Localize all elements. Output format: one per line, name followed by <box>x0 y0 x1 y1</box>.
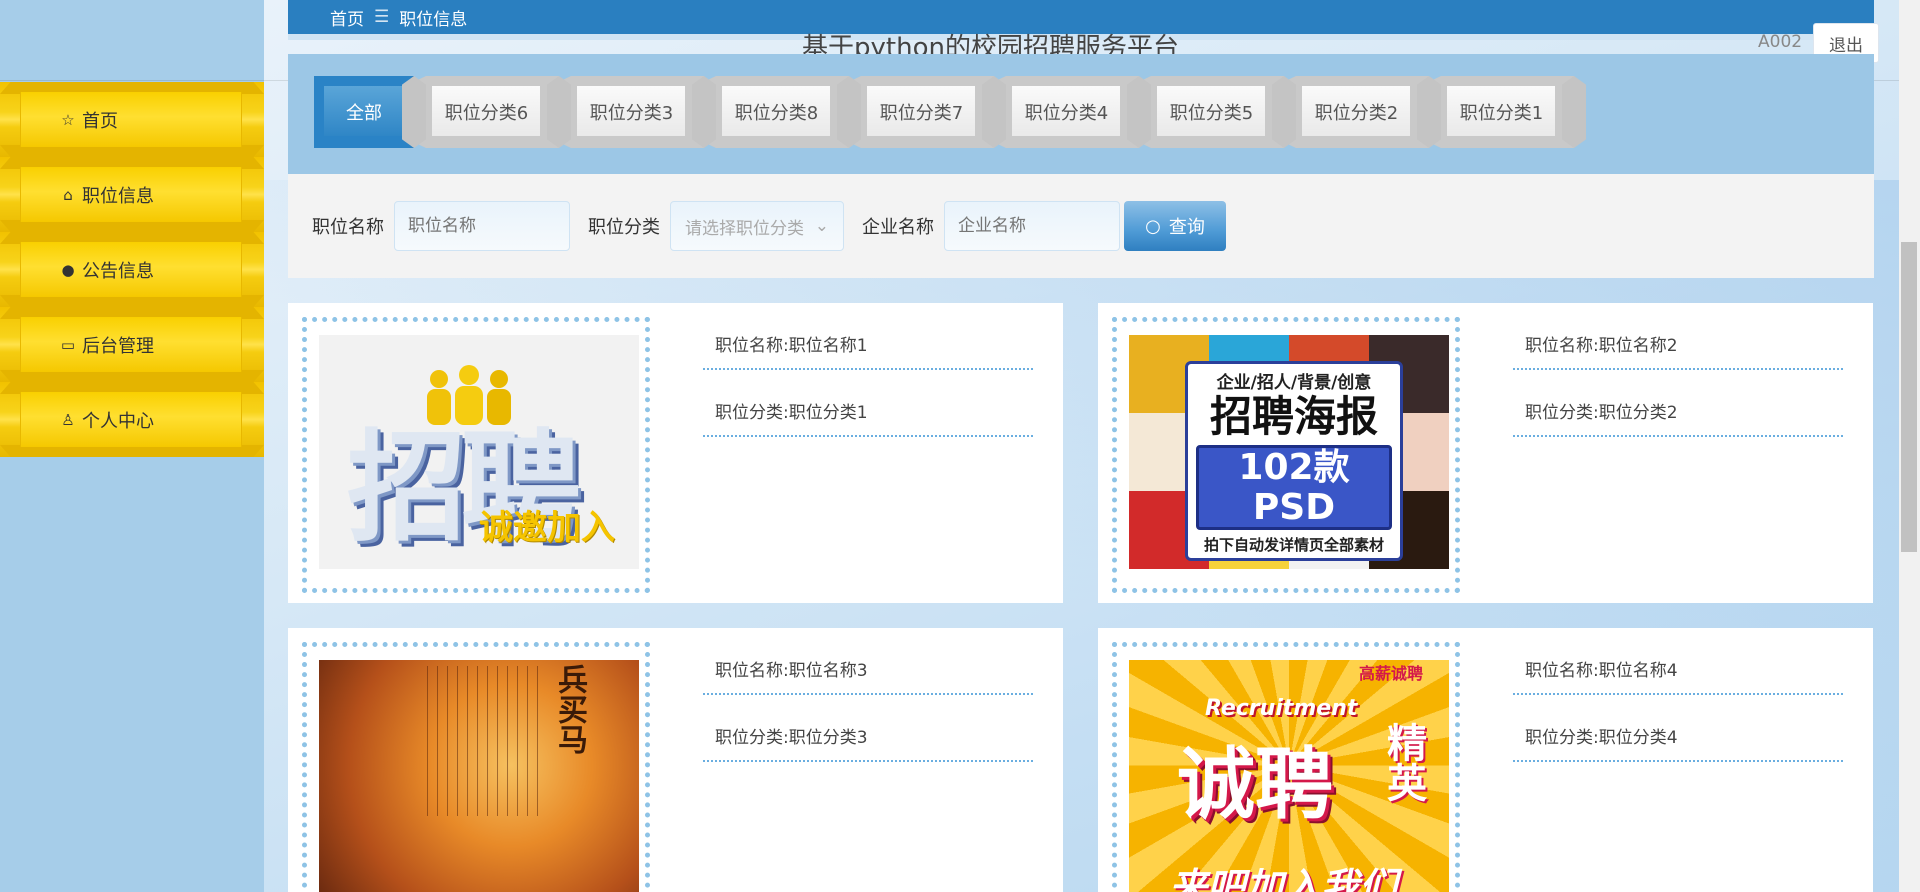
username-label: A002 <box>1758 32 1803 52</box>
tab-all[interactable]: 全部 <box>314 76 426 148</box>
job-category-select[interactable]: 请选择职位分类 ⌄ <box>670 201 844 251</box>
job-image[interactable]: 兵买马 <box>319 660 639 892</box>
image-caption: 招聘海报 <box>1209 392 1378 441</box>
sidebar: ☆ 首页 ⌂ 职位信息 ● 公告信息 ▭ 后台管理 ♙ 个人中心 <box>0 0 264 892</box>
sidebar-item-label: 后台管理 <box>82 335 154 357</box>
job-name: 职位名称:职位名称2 <box>1513 331 1843 370</box>
job-card[interactable]: 兵买马 职位名称:职位名称3 职位分类:职位分类3 <box>288 628 1063 892</box>
image-caption: 高薪诚聘 <box>1359 664 1424 683</box>
image-caption: 企业/招人/背景/创意 <box>1216 373 1372 393</box>
job-image[interactable]: 招聘 诚邀加入 <box>319 335 639 569</box>
tab-category-2[interactable]: 职位分类2 <box>1284 76 1441 148</box>
company-name-input[interactable] <box>944 201 1120 251</box>
tab-category-8[interactable]: 职位分类8 <box>704 76 861 148</box>
job-category-placeholder: 请选择职位分类 <box>685 218 804 239</box>
poster-board: 企业/招人/背景/创意 招聘海报 102款PSD 拍下自动发详情页全部素材 <box>1185 361 1403 561</box>
text-columns-decoration <box>427 666 543 816</box>
image-caption: 来吧加入我们 <box>1169 865 1398 892</box>
breadcrumb: 首页 ☰ 职位信息 <box>288 0 1874 40</box>
job-name: 职位名称:职位名称4 <box>1513 656 1843 695</box>
job-category: 职位分类:职位分类2 <box>1513 398 1843 437</box>
search-icon: ○ <box>1145 215 1161 237</box>
sidebar-nav: ☆ 首页 ⌂ 职位信息 ● 公告信息 ▭ 后台管理 ♙ 个人中心 <box>0 82 264 457</box>
sidebar-item-label: 公告信息 <box>82 260 154 282</box>
sidebar-item-label: 职位信息 <box>82 185 154 207</box>
sidebar-item-notices[interactable]: ● 公告信息 <box>0 232 264 307</box>
job-name: 职位名称:职位名称1 <box>703 331 1033 370</box>
breadcrumb-current: 职位信息 <box>399 9 468 30</box>
job-card[interactable]: 企业/招人/背景/创意 招聘海报 102款PSD 拍下自动发详情页全部素材 职位… <box>1098 303 1873 603</box>
image-caption: 精英 <box>1380 722 1426 802</box>
sidebar-item-jobs[interactable]: ⌂ 职位信息 <box>0 157 264 232</box>
job-category-label: 职位分类 <box>588 217 660 238</box>
job-card[interactable]: 高薪诚聘 Recruitment 诚聘 精英 来吧加入我们 职位名称:职位名称4… <box>1098 628 1873 892</box>
image-caption: 诚邀加入 <box>479 508 615 548</box>
alert-icon: ● <box>61 260 75 279</box>
briefcase-icon: ▭ <box>60 335 76 354</box>
image-caption: 102款PSD <box>1196 445 1392 531</box>
image-caption: 拍下自动发详情页全部素材 <box>1203 536 1384 555</box>
breadcrumb-separator-icon: ☰ <box>374 7 390 27</box>
sidebar-item-label: 首页 <box>82 110 118 132</box>
tab-category-5[interactable]: 职位分类5 <box>1139 76 1296 148</box>
search-panel: 职位名称 职位分类 请选择职位分类 ⌄ 企业名称 ○ 查询 <box>288 174 1874 278</box>
star-icon: ☆ <box>61 110 75 129</box>
company-name-label: 企业名称 <box>862 217 934 238</box>
job-name-input[interactable] <box>394 201 570 251</box>
sidebar-item-home[interactable]: ☆ 首页 <box>0 82 264 157</box>
job-image[interactable]: 企业/招人/背景/创意 招聘海报 102款PSD 拍下自动发详情页全部素材 <box>1129 335 1449 569</box>
bag-icon: ⌂ <box>63 185 73 204</box>
tab-category-4[interactable]: 职位分类4 <box>994 76 1151 148</box>
user-icon: ♙ <box>61 410 75 429</box>
sidebar-item-label: 个人中心 <box>82 410 154 432</box>
job-card[interactable]: 招聘 诚邀加入 职位名称:职位名称1 职位分类:职位分类1 <box>288 303 1063 603</box>
tab-category-3[interactable]: 职位分类3 <box>559 76 716 148</box>
job-image[interactable]: 高薪诚聘 Recruitment 诚聘 精英 来吧加入我们 <box>1129 660 1449 892</box>
job-category: 职位分类:职位分类3 <box>703 723 1033 762</box>
chevron-down-icon: ⌄ <box>814 216 829 236</box>
tab-category-1[interactable]: 职位分类1 <box>1429 76 1586 148</box>
breadcrumb-underline <box>288 34 1874 40</box>
image-caption: 兵买马 <box>552 664 587 754</box>
scrollbar-thumb[interactable] <box>1901 242 1917 552</box>
job-name: 职位名称:职位名称3 <box>703 656 1033 695</box>
tab-category-6[interactable]: 职位分类6 <box>414 76 571 148</box>
search-button-label: 查询 <box>1168 217 1205 238</box>
category-tabs: 全部 职位分类6 职位分类3 职位分类8 职位分类7 职位分类4 职位分类5 职… <box>314 76 1586 148</box>
search-button[interactable]: ○ 查询 <box>1124 201 1226 251</box>
breadcrumb-home[interactable]: 首页 <box>330 5 364 30</box>
job-category: 职位分类:职位分类4 <box>1513 723 1843 762</box>
tab-category-7[interactable]: 职位分类7 <box>849 76 1006 148</box>
sidebar-item-profile[interactable]: ♙ 个人中心 <box>0 382 264 457</box>
job-name-label: 职位名称 <box>312 217 384 238</box>
image-caption: Recruitment <box>1205 696 1358 721</box>
job-category: 职位分类:职位分类1 <box>703 398 1033 437</box>
image-caption: 诚聘 <box>1177 740 1334 830</box>
category-tab-panel: 全部 职位分类6 职位分类3 职位分类8 职位分类7 职位分类4 职位分类5 职… <box>288 54 1874 174</box>
sidebar-item-admin[interactable]: ▭ 后台管理 <box>0 307 264 382</box>
